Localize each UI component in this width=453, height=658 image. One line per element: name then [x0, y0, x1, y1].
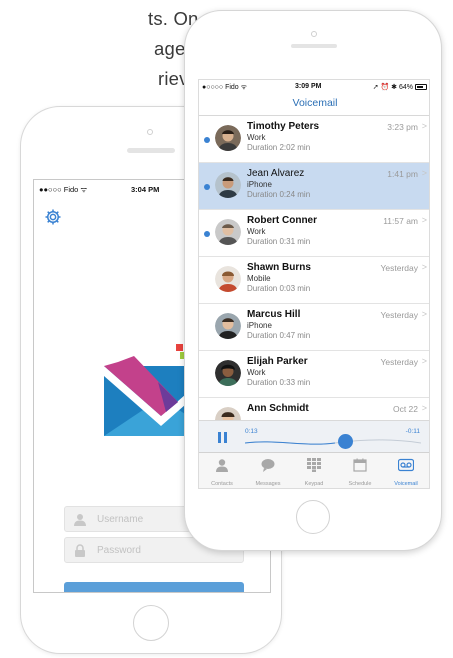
carrier-signal: ●○○○○ Fido ᯤ: [202, 84, 248, 91]
voicemail-row[interactable]: Shawn Burns Mobile Duration 0:03 min Yes…: [199, 257, 429, 304]
tab-label: Schedule: [348, 481, 372, 487]
tab-bar: Contacts Messages Keypad Schedule Voicem…: [199, 452, 429, 488]
caller-name: Shawn Burns: [247, 262, 311, 273]
gear-icon[interactable]: [44, 208, 62, 226]
timestamp: Yesterday: [380, 263, 419, 273]
timestamp: Yesterday: [380, 310, 419, 320]
timestamp: Oct 22: [392, 404, 418, 414]
voicemail-row[interactable]: Ann Schmidt Oct 22 >: [199, 398, 429, 420]
tab-schedule[interactable]: Schedule: [337, 456, 383, 488]
keypad-icon: [307, 458, 321, 472]
voicemail-icon: [398, 458, 414, 472]
unread-dot: [204, 184, 210, 190]
timestamp: 3:23 pm: [387, 122, 418, 132]
avatar: [215, 172, 241, 198]
chevron-right-icon: >: [421, 262, 427, 272]
status-bar: ●○○○○ Fido ᯤ 3:09 PM ➚ ⏰ ✱ 64%: [199, 80, 429, 94]
tab-keypad[interactable]: Keypad: [291, 456, 337, 488]
caller-name: Jean Alvarez: [247, 168, 305, 179]
tab-contacts[interactable]: Contacts: [199, 456, 245, 488]
scrubber-handle[interactable]: [338, 434, 353, 449]
avatar: [215, 266, 241, 292]
elapsed-time: 0:13: [245, 428, 258, 435]
person-icon: [74, 514, 86, 526]
avatar: [215, 125, 241, 151]
voicemail-phone: ●○○○○ Fido ᯤ 3:09 PM ➚ ⏰ ✱ 64% Voicemail…: [184, 10, 442, 551]
chevron-right-icon: >: [421, 215, 427, 225]
chevron-right-icon: >: [421, 403, 427, 413]
playback-bar: 0:13 -0:11: [199, 420, 429, 452]
chat-bubble-icon: [261, 459, 275, 472]
avatar: [215, 313, 241, 339]
timestamp: Yesterday: [380, 357, 419, 367]
duration: Duration 0:47 min: [247, 331, 311, 340]
login-button[interactable]: Log In: [64, 582, 244, 592]
tab-label: Messages: [255, 481, 281, 487]
caller-name: Robert Conner: [247, 215, 317, 226]
playback-scrubber[interactable]: [245, 436, 421, 450]
chevron-right-icon: >: [421, 309, 427, 319]
avatar: [215, 219, 241, 245]
duration: Duration 2:02 min: [247, 143, 311, 152]
chevron-right-icon: >: [421, 356, 427, 366]
status-indicators: ➚ ⏰ ✱ 64%: [372, 84, 413, 91]
calendar-icon: [353, 458, 367, 472]
pause-icon[interactable]: [218, 432, 227, 443]
voicemail-row[interactable]: Jean Alvarez iPhone Duration 0:24 min 1:…: [199, 163, 429, 210]
voicemail-row[interactable]: Marcus Hill iPhone Duration 0:47 min Yes…: [199, 304, 429, 351]
voicemail-row[interactable]: Timothy Peters Work Duration 2:02 min 3:…: [199, 116, 429, 163]
voicemail-list: Timothy Peters Work Duration 2:02 min 3:…: [199, 116, 429, 420]
remaining-time: -0:11: [405, 428, 420, 435]
unread-dot: [204, 231, 210, 237]
timestamp: 1:41 pm: [387, 169, 418, 179]
duration: Duration 0:31 min: [247, 237, 311, 246]
chevron-right-icon: >: [421, 168, 427, 178]
phone-type: Work: [247, 368, 266, 377]
voicemail-row[interactable]: Elijah Parker Work Duration 0:33 min Yes…: [199, 351, 429, 398]
person-icon: [216, 459, 228, 472]
earpiece-speaker: [291, 44, 337, 48]
tab-messages[interactable]: Messages: [245, 456, 291, 488]
tab-voicemail[interactable]: Voicemail: [383, 456, 429, 488]
page-title: Voicemail: [292, 97, 338, 109]
tab-label: Keypad: [304, 481, 324, 487]
tab-label: Contacts: [211, 481, 233, 487]
password-placeholder: Password: [97, 545, 141, 556]
status-time: 3:09 PM: [295, 83, 322, 90]
tab-label: Voicemail: [394, 481, 418, 487]
phone-type: iPhone: [247, 180, 272, 189]
phone-type: iPhone: [247, 321, 272, 330]
battery-icon: [415, 84, 427, 90]
earpiece-speaker: [127, 148, 175, 153]
phone-type: Mobile: [247, 274, 271, 283]
chevron-right-icon: >: [421, 121, 427, 131]
unread-dot: [204, 137, 210, 143]
duration: Duration 0:03 min: [247, 284, 311, 293]
home-button[interactable]: [296, 500, 330, 534]
avatar: [215, 407, 241, 420]
front-camera: [147, 129, 153, 135]
voicemail-row[interactable]: Robert Conner Work Duration 0:31 min 11:…: [199, 210, 429, 257]
phone-type: Work: [247, 227, 266, 236]
avatar: [215, 360, 241, 386]
duration: Duration 0:33 min: [247, 378, 311, 387]
username-placeholder: Username: [97, 514, 144, 525]
caller-name: Elijah Parker: [247, 356, 308, 367]
caller-name: Marcus Hill: [247, 309, 301, 320]
timestamp: 11:57 am: [383, 216, 418, 226]
status-time: 3:04 PM: [131, 185, 160, 194]
carrier-signal: ●●○○○ Fido ᯤ: [39, 185, 88, 194]
voicemail-screen: ●○○○○ Fido ᯤ 3:09 PM ➚ ⏰ ✱ 64% Voicemail…: [198, 79, 430, 489]
front-camera: [311, 31, 317, 37]
home-button[interactable]: [133, 605, 169, 641]
caller-name: Ann Schmidt: [247, 403, 309, 414]
caller-name: Timothy Peters: [247, 121, 320, 132]
lock-icon: [75, 544, 85, 557]
phone-type: Work: [247, 133, 266, 142]
duration: Duration 0:24 min: [247, 190, 311, 199]
